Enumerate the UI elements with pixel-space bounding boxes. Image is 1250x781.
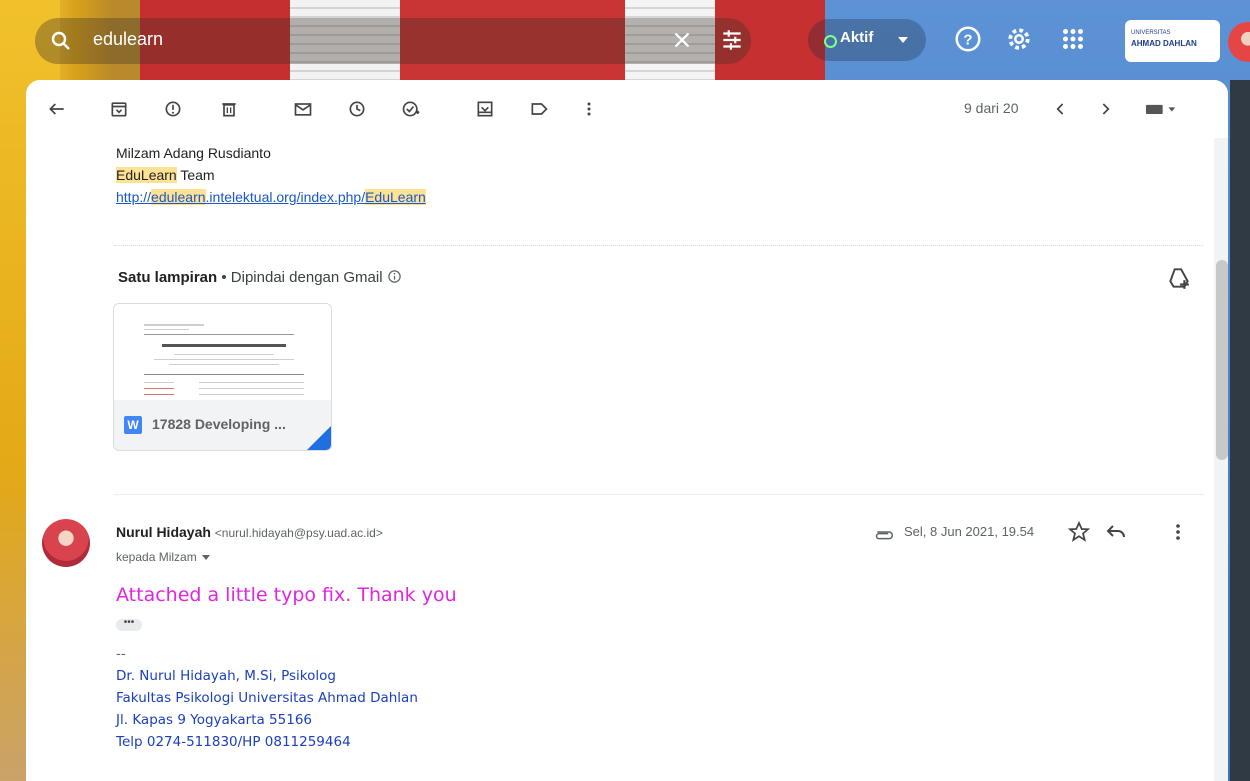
clear-search-icon[interactable]	[669, 27, 695, 53]
signature-line-1: Dr. Nurul Hidayah, M.Si, Psikolog	[116, 668, 336, 684]
envelope-icon	[294, 103, 312, 116]
status-label: Aktif	[840, 29, 874, 46]
recipient-details[interactable]: kepada Milzam	[116, 550, 210, 564]
chevron-down-icon	[201, 555, 210, 561]
document-thumbnail	[114, 304, 331, 400]
attachment-header: Satu lampiran • Dipindai dengan Gmail	[118, 269, 402, 286]
logo-small-text: UNIVERSITAS	[1131, 30, 1171, 36]
signature-team: EduLearn Team	[116, 164, 426, 186]
more-vert-icon	[587, 102, 591, 116]
mail-panel: 9 dari 20 Milzam Adang Rusdianto EduLear…	[26, 80, 1228, 781]
settings-icon[interactable]	[1004, 24, 1034, 54]
paperclip-icon	[875, 531, 893, 540]
more-vert-icon[interactable]	[1166, 520, 1190, 544]
attachment-count: Satu lampiran	[118, 269, 218, 286]
sender-line: Nurul Hidayah <nurul.hidayah@psy.uad.ac.…	[116, 524, 383, 540]
trash-icon	[222, 103, 236, 117]
message-separator	[114, 494, 1204, 495]
archive-button[interactable]	[104, 94, 134, 124]
move-to-button[interactable]	[470, 94, 500, 124]
chevron-left-icon	[1056, 103, 1064, 115]
newer-button[interactable]	[1046, 94, 1076, 124]
search-highlight: EduLearn	[116, 167, 177, 183]
attachment-footer: W 17828 Developing ...	[114, 400, 331, 450]
status-selector[interactable]: Aktif	[808, 19, 926, 61]
sender-email: <nurul.hidayah@psy.uad.ac.id>	[214, 526, 383, 540]
add-task-icon	[402, 101, 420, 117]
status-dot-icon	[824, 35, 837, 48]
star-icon[interactable]	[1067, 520, 1091, 544]
add-to-drive-icon[interactable]	[1166, 265, 1192, 291]
search-bar[interactable]: edulearn	[35, 18, 751, 64]
move-to-icon	[477, 101, 493, 117]
signature-line-3: Jl. Kapas 9 Yogyakarta 55166	[116, 712, 313, 728]
arrow-left-icon	[49, 103, 64, 115]
search-icon[interactable]	[49, 29, 73, 53]
logo-name-text: AHMAD DAHLAN	[1131, 39, 1197, 48]
archive-icon	[111, 102, 127, 117]
journal-link[interactable]: http://edulearn.intelektual.org/index.ph…	[116, 186, 426, 208]
university-logo: UNIVERSITAS AHMAD DAHLAN	[1125, 20, 1220, 62]
signature-dash: --	[116, 646, 126, 662]
chevron-right-icon	[1102, 103, 1110, 115]
report-spam-button[interactable]	[158, 94, 188, 124]
conversation-view: Milzam Adang Rusdianto EduLearn Team htt…	[26, 138, 1228, 781]
sender-name[interactable]: Nurul Hidayah	[116, 524, 211, 540]
signature-line-4: Telp 0274-511830/HP 0811259464	[116, 734, 351, 750]
input-tools-button[interactable]	[1138, 94, 1184, 124]
svg-text:?: ?	[963, 32, 972, 49]
top-bar: edulearn Aktif ? UNIVERSITAS AHMAD DAHLA…	[0, 0, 1250, 80]
word-file-icon: W	[124, 416, 142, 434]
message1-signature: Milzam Adang Rusdianto EduLearn Team htt…	[116, 142, 426, 208]
older-button[interactable]	[1090, 94, 1120, 124]
help-icon[interactable]: ?	[953, 24, 983, 54]
show-trimmed-button[interactable]: •••	[116, 618, 142, 631]
attachment-divider	[114, 245, 1204, 246]
link-part-a[interactable]: http://	[116, 189, 151, 205]
report-icon	[165, 101, 181, 117]
scanned-text: Dipindai dengan Gmail	[230, 269, 383, 286]
mark-unread-button[interactable]	[288, 94, 318, 124]
signature-name: Milzam Adang Rusdianto	[116, 145, 271, 161]
apps-grid-icon[interactable]	[1058, 24, 1088, 54]
pagination-text: 9 dari 20	[964, 100, 1019, 116]
page-fold-icon	[307, 426, 331, 450]
label-icon	[531, 103, 548, 115]
clock-icon	[349, 101, 365, 117]
link-highlight-2[interactable]: EduLearn	[365, 189, 426, 205]
keyboard-icon	[1146, 104, 1176, 114]
account-avatar[interactable]	[1228, 22, 1250, 62]
add-to-tasks-button[interactable]	[396, 94, 426, 124]
labels-button[interactable]	[524, 94, 554, 124]
attachment-name: 17828 Developing ...	[152, 416, 286, 432]
signature-team-rest: Team	[176, 167, 215, 183]
more-options-button[interactable]	[574, 94, 604, 124]
message-date: Sel, 8 Jun 2021, 19.54	[904, 524, 1035, 539]
link-highlight-1[interactable]: edulearn	[151, 189, 206, 205]
delete-button[interactable]	[214, 94, 244, 124]
message-toolbar: 9 dari 20	[26, 80, 1228, 138]
header-separator: •	[217, 269, 231, 286]
scrollbar-thumb[interactable]	[1216, 260, 1228, 460]
link-part-b[interactable]: .intelektual.org/index.php/	[206, 189, 366, 205]
snooze-button[interactable]	[342, 94, 372, 124]
signature-line-2: Fakultas Psikologi Universitas Ahmad Dah…	[116, 690, 418, 706]
recipient-text: kepada Milzam	[116, 550, 197, 564]
chevron-down-icon	[898, 37, 908, 43]
reply-icon[interactable]	[1104, 520, 1128, 544]
info-icon[interactable]	[387, 269, 402, 284]
sender-avatar[interactable]	[42, 519, 90, 567]
attachment-card[interactable]: W 17828 Developing ...	[113, 303, 332, 451]
back-button[interactable]	[42, 94, 72, 124]
message-body: Attached a little typo fix. Thank you	[116, 584, 457, 606]
search-input[interactable]: edulearn	[93, 29, 163, 50]
search-options-icon[interactable]	[719, 27, 745, 53]
message2-signature: -- Dr. Nurul Hidayah, M.Si, Psikolog Fak…	[116, 643, 418, 753]
